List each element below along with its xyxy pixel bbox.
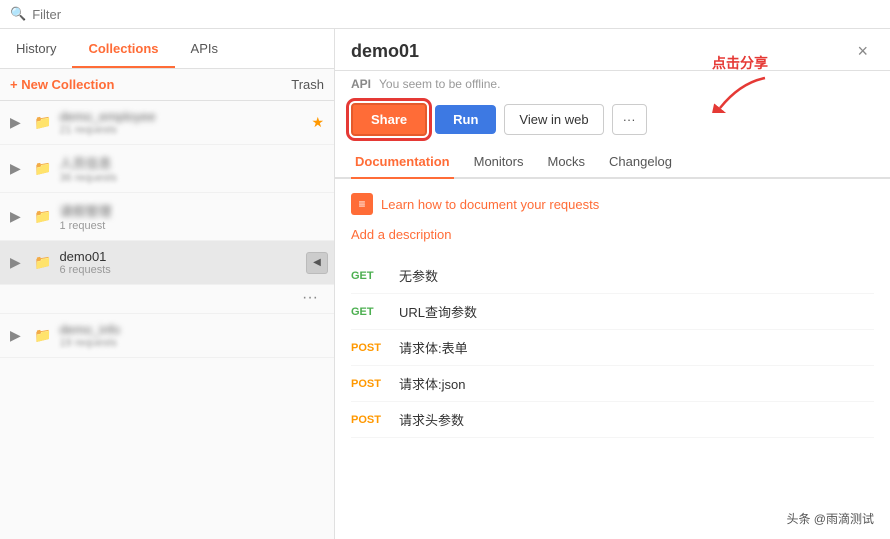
folder-icon: 📁 [34, 254, 51, 271]
sidebar-tabs: History Collections APIs [0, 29, 334, 69]
method-badge-get: GET [351, 306, 387, 318]
collection-name: demo_employee [59, 109, 303, 124]
collection-sub: 1 request [59, 220, 324, 232]
folder-icon: 📁 [34, 114, 51, 131]
collection-item[interactable]: ▶ 📁 demo_employee 21 requests ★ [0, 101, 334, 145]
expand-icon: ▶ [10, 114, 26, 131]
collection-info: 人员信息 36 requests [59, 153, 324, 184]
tab-documentation[interactable]: Documentation [351, 146, 454, 177]
offline-message: You seem to be offline. [379, 77, 500, 91]
sidebar-actions: + New Collection Trash [0, 69, 334, 101]
method-badge-post: POST [351, 342, 387, 354]
request-name: 请求体:json [399, 374, 465, 393]
collection-info: demo01 6 requests [59, 249, 294, 276]
panel-title: demo01 [351, 41, 419, 62]
right-panel: demo01 × API You seem to be offline. 点击分… [335, 29, 890, 539]
request-item[interactable]: GET URL查询参数 [351, 294, 874, 330]
request-item[interactable]: POST 请求体:json [351, 366, 874, 402]
tab-collections[interactable]: Collections [72, 29, 174, 68]
add-description-button[interactable]: Add a description [351, 227, 874, 242]
api-label: API [351, 77, 371, 91]
method-badge-get: GET [351, 270, 387, 282]
more-options-row: ··· [0, 285, 334, 314]
request-name: 请求头参数 [399, 410, 464, 429]
tab-changelog[interactable]: Changelog [605, 146, 676, 177]
request-name: 请求体:表单 [399, 338, 468, 357]
method-badge-post: POST [351, 378, 387, 390]
collection-name: demo01 [59, 249, 294, 264]
watermark: 头条 @雨滴测试 [786, 510, 874, 527]
tab-apis[interactable]: APIs [175, 29, 234, 68]
close-button[interactable]: × [851, 39, 874, 64]
action-row: 点击分享 Share Run View in web ··· [335, 97, 890, 146]
collection-sub: 21 requests [59, 124, 303, 136]
api-status-row: API You seem to be offline. [335, 71, 890, 97]
content-body: ≡ Learn how to document your requests Ad… [335, 179, 890, 539]
collection-info: 请假管理 1 request [59, 201, 324, 232]
request-name: URL查询参数 [399, 302, 477, 321]
collection-name: 人员信息 [59, 153, 324, 172]
collection-sub: 19 requests [59, 337, 324, 349]
collection-item[interactable]: ▶ 📁 人员信息 36 requests [0, 145, 334, 193]
expand-icon: ▶ [10, 327, 26, 344]
new-collection-button[interactable]: + New Collection [10, 77, 114, 92]
search-icon: 🔍 [10, 6, 26, 22]
share-button[interactable]: Share [351, 103, 427, 136]
collection-sub: 36 requests [59, 172, 324, 184]
collection-sub: 6 requests [59, 264, 294, 276]
sidebar: History Collections APIs + New Collectio… [0, 29, 335, 539]
panel-header: demo01 × [335, 29, 890, 71]
collections-list: ▶ 📁 demo_employee 21 requests ★ ▶ 📁 人员信息… [0, 101, 334, 539]
expand-icon: ▶ [10, 208, 26, 225]
request-name: 无参数 [399, 266, 438, 285]
folder-icon: 📁 [34, 327, 51, 344]
star-icon[interactable]: ★ [311, 114, 324, 131]
run-button[interactable]: Run [435, 105, 496, 134]
main-layout: History Collections APIs + New Collectio… [0, 29, 890, 539]
folder-icon: 📁 [34, 160, 51, 177]
content-tabs: Documentation Monitors Mocks Changelog [335, 146, 890, 179]
more-button[interactable]: ··· [612, 104, 647, 135]
request-item[interactable]: POST 请求头参数 [351, 402, 874, 438]
request-item[interactable]: GET 无参数 [351, 258, 874, 294]
expand-icon: ▶ [10, 254, 26, 271]
collection-item[interactable]: ▶ 📁 请假管理 1 request [0, 193, 334, 241]
view-in-web-button[interactable]: View in web [504, 104, 603, 135]
learn-link-text[interactable]: Learn how to document your requests [381, 197, 599, 212]
search-bar: 🔍 [0, 0, 890, 29]
tab-monitors[interactable]: Monitors [470, 146, 528, 177]
collection-name: 请假管理 [59, 201, 324, 220]
more-options-button[interactable]: ··· [296, 287, 324, 309]
trash-button[interactable]: Trash [291, 77, 324, 92]
collection-info: demo_info 19 requests [59, 322, 324, 349]
learn-link[interactable]: ≡ Learn how to document your requests [351, 193, 874, 215]
folder-icon: 📁 [34, 208, 51, 225]
collection-item[interactable]: ▶ 📁 demo_info 19 requests [0, 314, 334, 358]
collection-info: demo_employee 21 requests [59, 109, 303, 136]
expand-icon: ▶ [10, 160, 26, 177]
tab-history[interactable]: History [0, 29, 72, 68]
tab-mocks[interactable]: Mocks [543, 146, 589, 177]
collapse-arrow-button[interactable]: ◀ [306, 252, 328, 274]
collection-item-demo01[interactable]: ▶ 📁 demo01 6 requests ◀ [0, 241, 334, 285]
request-item[interactable]: POST 请求体:表单 [351, 330, 874, 366]
search-input[interactable] [32, 7, 232, 22]
learn-icon: ≡ [351, 193, 373, 215]
method-badge-post: POST [351, 414, 387, 426]
collection-name: demo_info [59, 322, 324, 337]
